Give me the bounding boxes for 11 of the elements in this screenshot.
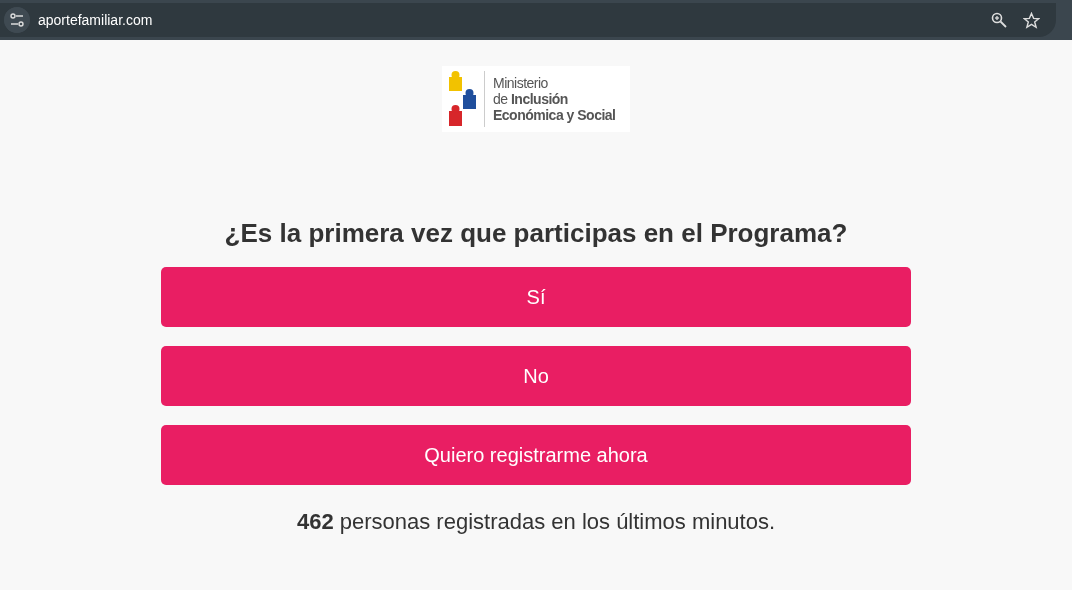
logo-text: de Inclusión — [493, 91, 569, 107]
answer-button[interactable]: Sí — [161, 267, 911, 327]
zoom-icon[interactable] — [991, 12, 1007, 28]
answer-button[interactable]: Quiero registrarme ahora — [161, 425, 911, 485]
logo-text: Ministerio — [493, 75, 549, 91]
logo-text: Económica y Social — [493, 107, 616, 123]
registrations-note: 462 personas registradas en los últimos minutos. — [295, 508, 777, 536]
address-bar-url[interactable]: aportefamiliar.com — [38, 9, 153, 31]
answer-button[interactable]: No — [161, 346, 911, 406]
question-heading: ¿Es la primera vez que participas en el Programa? — [223, 217, 849, 250]
bookmark-star-icon[interactable] — [1023, 11, 1040, 29]
